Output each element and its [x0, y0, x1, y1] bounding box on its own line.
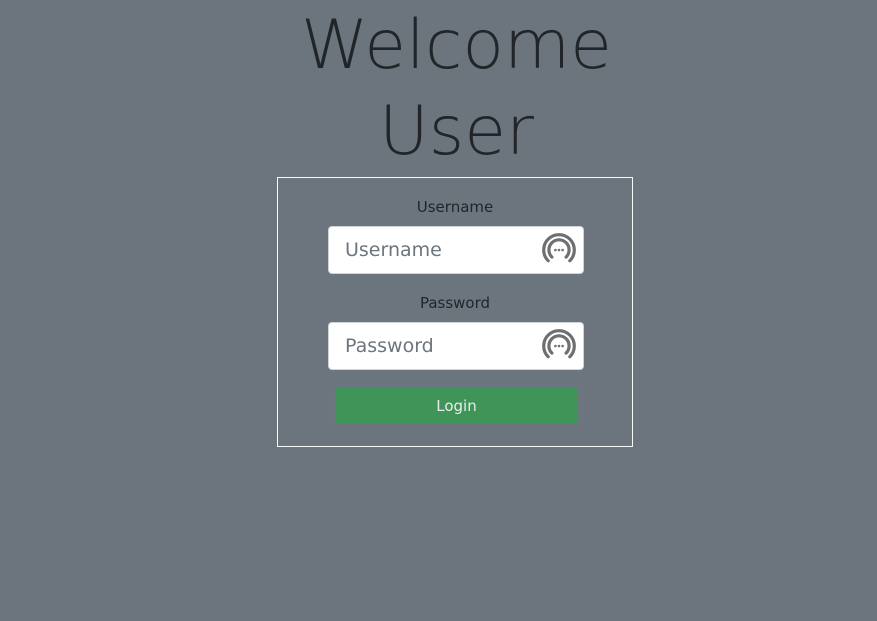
username-input[interactable]	[329, 227, 545, 273]
password-manager-icon[interactable]	[542, 329, 576, 363]
password-input[interactable]	[329, 323, 545, 369]
password-label: Password	[419, 294, 491, 312]
username-field-wrapper	[328, 226, 584, 274]
username-label: Username	[416, 198, 494, 216]
login-page: { "header": { "title_line_1": "Welcome",…	[0, 0, 877, 621]
password-field-wrapper	[328, 322, 584, 370]
page-title-user: User	[379, 92, 534, 171]
login-button[interactable]: Login	[335, 387, 578, 424]
page-title-welcome: Welcome	[300, 6, 613, 85]
password-manager-icon[interactable]	[542, 233, 576, 267]
login-form: Username Password Login	[277, 177, 633, 447]
